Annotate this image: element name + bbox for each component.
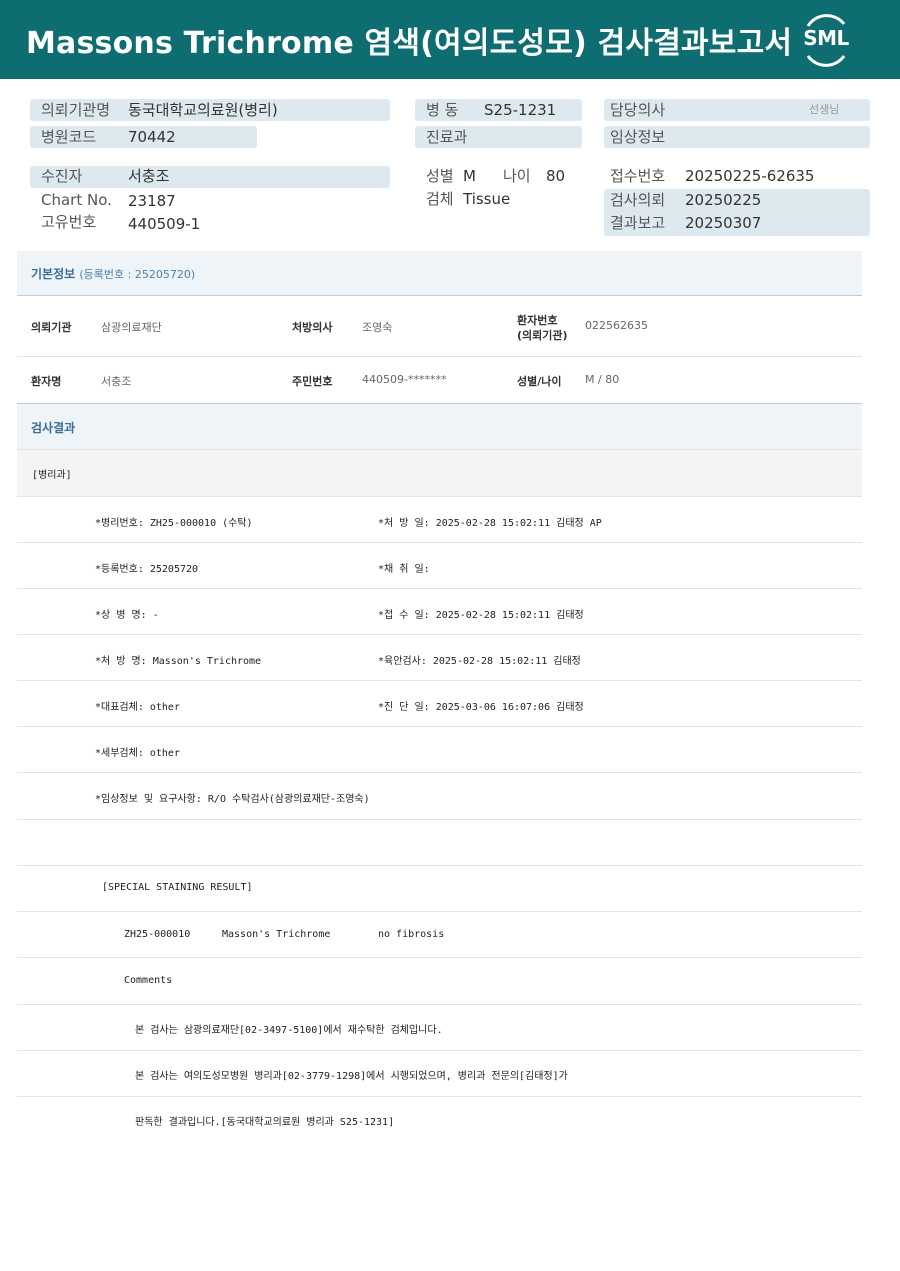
divider	[17, 819, 862, 820]
result-line-left: *처 방 명: Masson's Trichrome	[95, 656, 262, 667]
receipt-label: 접수번호	[610, 167, 666, 185]
divider	[17, 1050, 862, 1051]
comment-line: 본 검사는 삼광의료재단[02-3497-5100]에서 재수탁한 검체입니다.	[135, 1025, 443, 1036]
comment-line: 판독한 결과입니다.[동국대학교의료원 병리과 S25-1231]	[135, 1117, 395, 1128]
doctor-label: 담당의사	[610, 101, 666, 119]
logo-text: SML	[803, 26, 849, 50]
special-staining-title: [SPECIAL STAINING RESULT]	[102, 882, 253, 893]
chart-value: 23187	[128, 192, 176, 210]
special-id: ZH25-000010	[124, 929, 191, 940]
age-value: 80	[546, 167, 566, 185]
result-line-left: *상 병 명: -	[95, 610, 159, 621]
basic-info-header: 기본정보 (등록번호 : 25205720)	[17, 251, 862, 295]
basic-v-patient-no: 022562635	[585, 319, 648, 332]
divider	[17, 680, 862, 681]
divider	[17, 356, 862, 357]
report-label: 결과보고	[610, 214, 666, 232]
result-line-left: *대표검체: other	[95, 702, 180, 713]
result-title: 검사결과	[31, 421, 76, 435]
divider	[17, 911, 862, 912]
divider	[17, 1004, 862, 1005]
comments-label: Comments	[124, 975, 173, 986]
sex-label: 성별	[426, 167, 454, 185]
hospital-code-label: 병원코드	[41, 128, 97, 146]
basic-k-patient-no: 환자번호	[517, 314, 558, 327]
divider	[17, 726, 862, 727]
basic-v-doctor: 조영숙	[362, 321, 393, 334]
unique-label: 고유번호	[41, 213, 97, 231]
divider	[17, 588, 862, 589]
unique-value: 440509-1	[128, 215, 201, 233]
result-dept: [병리과]	[32, 470, 72, 481]
report-value: 20250307	[685, 214, 762, 232]
divider	[17, 957, 862, 958]
report-title: Massons Trichrome 염색(여의도성모) 검사결과보고서	[26, 26, 793, 61]
basic-info-reg: (등록번호 : 25205720)	[79, 268, 196, 281]
result-line-left: *병리번호: ZH25-000010 (수탁)	[95, 518, 253, 529]
dept-label: 진료과	[426, 128, 468, 146]
clinical-label: 임상정보	[610, 128, 666, 146]
result-line-right: *육안검사: 2025-02-28 15:02:11 김태정	[378, 656, 581, 667]
result-line-left: *등록번호: 25205720	[95, 564, 199, 575]
basic-k-resident-no: 주민번호	[292, 375, 333, 388]
basic-k-sex-age: 성별/나이	[517, 375, 562, 388]
specimen-label: 검체	[426, 190, 454, 208]
patient-value: 서충조	[128, 167, 170, 185]
basic-v-sex-age: M / 80	[585, 373, 620, 386]
age-label: 나이	[503, 167, 531, 185]
comment-line: 본 검사는 여의도성모병원 병리과[02-3779-1298]에서 시행되었으며…	[135, 1071, 568, 1082]
divider	[17, 1096, 862, 1097]
doctor-suffix: 선생님	[809, 103, 840, 116]
result-line-right: *처 방 일: 2025-02-28 15:02:11 김태정 AP	[378, 518, 602, 529]
divider	[17, 496, 862, 497]
divider	[17, 772, 862, 773]
basic-k-doctor: 처방의사	[292, 321, 333, 334]
special-result: no fibrosis	[378, 929, 445, 940]
patient-label: 수진자	[41, 167, 83, 185]
sex-value: M	[463, 167, 476, 185]
result-line-left: *임상정보 및 요구사항: R/O 수탁검사(삼광의료재단-조영숙)	[95, 794, 370, 805]
specimen-value: Tissue	[463, 190, 511, 208]
basic-v-institution: 삼광의료재단	[101, 321, 162, 334]
basic-k-patient-no-sub: (의뢰기관)	[517, 329, 568, 342]
sml-logo-icon: SML	[796, 12, 856, 68]
receipt-value: 20250225-62635	[685, 167, 815, 185]
divider	[17, 634, 862, 635]
result-line-right: *접 수 일: 2025-02-28 15:02:11 김태정	[378, 610, 584, 621]
report-header: Massons Trichrome 염색(여의도성모) 검사결과보고서 SML	[0, 0, 900, 79]
institution-value: 동국대학교의료원(병리)	[128, 101, 278, 119]
ward-value: S25-1231	[484, 101, 557, 119]
basic-v-resident-no: 440509-*******	[362, 373, 447, 386]
request-value: 20250225	[685, 191, 762, 209]
result-line-left: *세부검체: other	[95, 748, 180, 759]
hospital-code-value: 70442	[128, 128, 176, 146]
chart-label: Chart No.	[41, 191, 112, 209]
basic-info-title-text: 기본정보	[31, 267, 76, 281]
request-label: 검사의뢰	[610, 191, 666, 209]
basic-info-title: 기본정보 (등록번호 : 25205720)	[31, 265, 195, 282]
special-test: Masson's Trichrome	[222, 929, 331, 940]
result-line-right: *진 단 일: 2025-03-06 16:07:06 김태정	[378, 702, 584, 713]
patient-bar	[30, 166, 390, 188]
result-line-right: *채 취 일:	[378, 564, 430, 575]
divider	[17, 865, 862, 866]
institution-label: 의뢰기관명	[41, 101, 111, 119]
dept-row	[17, 450, 862, 496]
divider	[17, 542, 862, 543]
basic-k-institution: 의뢰기관	[31, 321, 72, 334]
basic-k-patient-name: 환자명	[31, 375, 62, 388]
ward-label: 병 동	[426, 101, 459, 119]
result-header: 검사결과	[17, 404, 862, 449]
divider	[17, 295, 862, 296]
basic-v-patient-name: 서충조	[101, 375, 132, 388]
